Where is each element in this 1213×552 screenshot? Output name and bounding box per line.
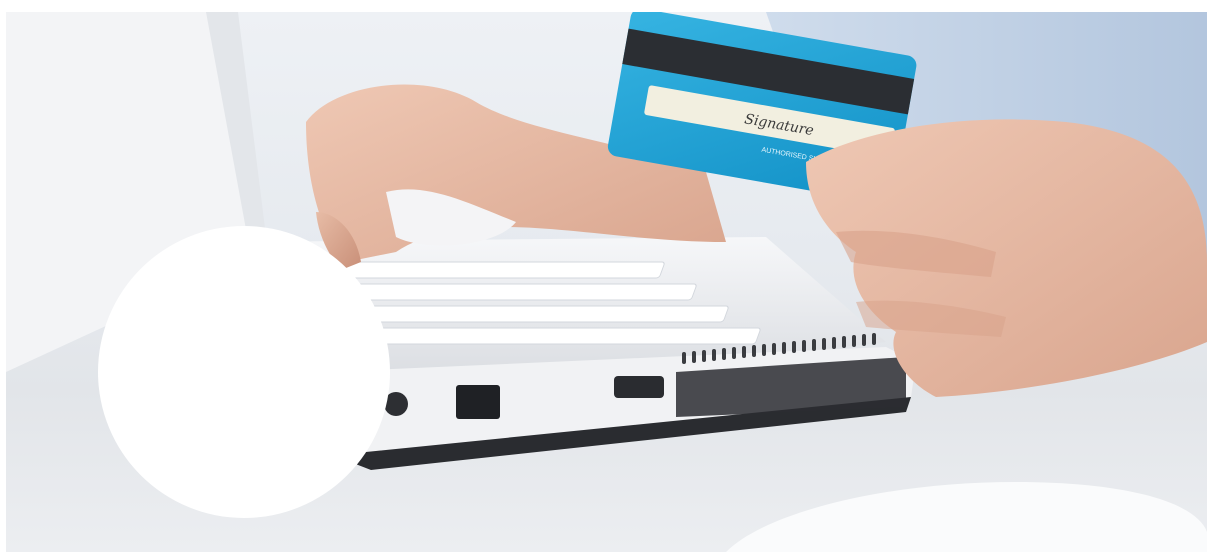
mouse [726, 482, 1207, 552]
page: Signature AUTHORISED SIGNATURE [0, 0, 1213, 552]
ethernet-port [456, 385, 500, 419]
hdmi-port [614, 376, 664, 398]
badge-circle [98, 226, 390, 518]
